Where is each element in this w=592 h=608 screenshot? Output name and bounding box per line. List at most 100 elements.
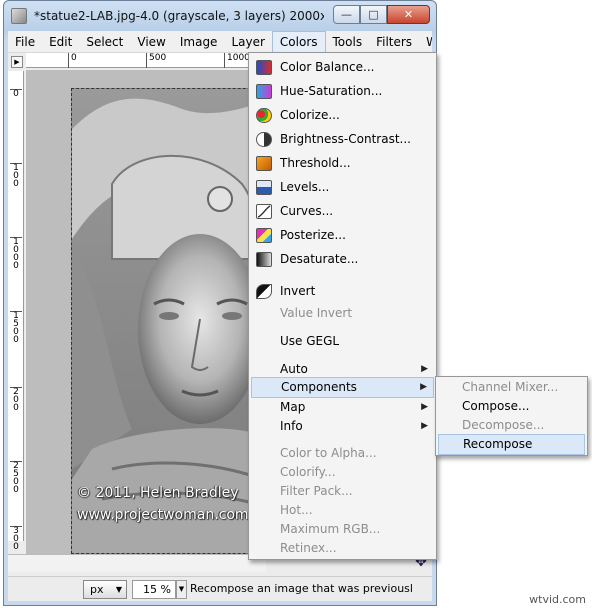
menu-item-label: Filter Pack... <box>280 484 353 498</box>
ruler-label: 1000 <box>224 53 250 68</box>
menu-item-label: Use GEGL <box>280 334 340 348</box>
posterize-icon <box>256 228 272 243</box>
menu-item-channel-mixer: Channel Mixer... <box>438 377 585 398</box>
menu-windows[interactable]: Windo <box>419 31 432 52</box>
menu-item-maximum-rgb: Maximum RGB... <box>251 519 434 540</box>
menu-item-retinex: Retinex... <box>251 538 434 559</box>
menu-image[interactable]: Image <box>173 31 225 52</box>
menu-item-decompose: Decompose... <box>438 415 585 436</box>
menu-item-label: Decompose... <box>462 418 545 432</box>
zoom-field[interactable]: 15 % <box>132 580 176 599</box>
title-bar[interactable]: *statue2-LAB.jpg-4.0 (grayscale, 3 layer… <box>4 1 436 31</box>
menu-file[interactable]: File <box>8 31 42 52</box>
menu-item-filter-pack: Filter Pack... <box>251 481 434 502</box>
zoom-dropdown-button[interactable]: ▼ <box>176 580 187 599</box>
menu-select[interactable]: Select <box>79 31 130 52</box>
menu-item-label: Components <box>281 380 357 394</box>
ruler-label: 0 <box>68 53 77 68</box>
window-title: *statue2-LAB.jpg-4.0 (grayscale, 3 layer… <box>34 9 324 23</box>
watermark-site: www.projectwoman.com <box>77 507 249 523</box>
menu-item-threshold[interactable]: Threshold... <box>251 153 434 174</box>
colorize-icon <box>256 108 272 123</box>
threshold-icon <box>256 156 272 171</box>
menubar: File Edit Select View Image Layer Colors… <box>8 31 432 53</box>
menu-item-label: Posterize... <box>280 228 346 242</box>
menu-item-invert[interactable]: Invert <box>251 281 434 302</box>
ruler-label: 2 5 0 0 <box>10 461 22 495</box>
menu-item-label: Brightness-Contrast... <box>280 132 411 146</box>
unit-select[interactable]: px ▼ <box>83 580 127 599</box>
ruler-label: 1 5 0 0 <box>10 311 22 345</box>
status-bar: px ▼ 15 % ▼ Recompose an image that was … <box>8 576 432 601</box>
hue-saturation-icon <box>256 84 272 99</box>
menu-item-label: Hot... <box>280 503 313 517</box>
menu-view[interactable]: View <box>130 31 172 52</box>
unit-value: px <box>90 583 104 596</box>
menu-item-label: Invert <box>280 284 316 298</box>
menu-item-label: Value Invert <box>280 306 353 320</box>
menu-item-curves[interactable]: Curves... <box>251 201 434 222</box>
close-button[interactable]: ✕ <box>387 5 430 24</box>
statue-photo: © 2011, Helen Bradley www.projectwoman.c… <box>71 88 266 554</box>
ruler-label: 2 0 0 <box>10 387 22 413</box>
brightness-contrast-icon <box>256 132 272 147</box>
watermark-copyright: © 2011, Helen Bradley <box>77 485 239 501</box>
curves-icon <box>256 204 272 219</box>
levels-icon <box>256 180 272 195</box>
invert-icon <box>256 284 272 299</box>
status-message: Recompose an image that was previousl... <box>190 582 412 595</box>
menu-item-levels[interactable]: Levels... <box>251 177 434 198</box>
menu-item-components[interactable]: Components ▶ <box>251 377 434 398</box>
menu-item-info[interactable]: Info ▶ <box>251 416 434 437</box>
submenu-arrow-icon: ▶ <box>420 382 427 392</box>
menu-item-colorize[interactable]: Colorize... <box>251 105 434 126</box>
canvas[interactable]: © 2011, Helen Bradley www.projectwoman.c… <box>26 70 266 569</box>
menu-item-label: Curves... <box>280 204 334 218</box>
menu-item-hue-saturation[interactable]: Hue-Saturation... <box>251 81 434 102</box>
submenu-arrow-icon: ▶ <box>421 421 428 431</box>
desaturate-icon <box>256 252 272 267</box>
minimize-button[interactable]: — <box>333 5 360 24</box>
vertical-ruler[interactable]: 0 1 0 0 1 0 0 0 1 5 0 0 2 0 0 2 5 0 0 3 … <box>8 71 24 552</box>
horizontal-scrollbar[interactable] <box>8 554 266 572</box>
menu-item-color-to-alpha: Color to Alpha... <box>251 443 434 464</box>
maximize-button[interactable]: □ <box>360 5 387 24</box>
menu-item-brightness-contrast[interactable]: Brightness-Contrast... <box>251 129 434 150</box>
menu-tools[interactable]: Tools <box>326 31 370 52</box>
quick-mask-menu-button[interactable]: ▶ <box>11 56 23 68</box>
ruler-label: 1 0 0 <box>10 163 22 189</box>
chevron-down-icon: ▼ <box>115 585 122 594</box>
menu-item-label: Color Balance... <box>280 60 375 74</box>
menu-item-label: Auto <box>280 362 308 376</box>
menu-item-map[interactable]: Map ▶ <box>251 397 434 418</box>
menu-item-color-balance[interactable]: Color Balance... <box>251 57 434 78</box>
menu-colors[interactable]: Colors <box>271 31 326 52</box>
menu-layer[interactable]: Layer <box>224 31 271 52</box>
menu-item-label: Desaturate... <box>280 252 359 266</box>
menu-item-colorify: Colorify... <box>251 462 434 483</box>
menu-item-recompose[interactable]: Recompose <box>438 434 585 455</box>
menu-item-label: Retinex... <box>280 541 337 555</box>
menu-item-label: Info <box>280 419 303 433</box>
menu-item-value-invert: Value Invert <box>251 303 434 324</box>
ruler-label: 500 <box>146 53 166 68</box>
menu-item-compose[interactable]: Compose... <box>438 396 585 417</box>
ruler-label: 1 0 0 0 <box>10 237 22 271</box>
menu-item-label: Recompose <box>463 437 533 451</box>
menu-edit[interactable]: Edit <box>42 31 79 52</box>
menu-item-desaturate[interactable]: Desaturate... <box>251 249 434 270</box>
menu-item-label: Colorize... <box>280 108 340 122</box>
ruler-label: 3 0 0 <box>10 526 22 552</box>
menu-item-hot: Hot... <box>251 500 434 521</box>
menu-filters[interactable]: Filters <box>369 31 419 52</box>
color-balance-icon <box>256 60 272 75</box>
menu-item-label: Colorify... <box>280 465 336 479</box>
gimp-app-icon <box>11 8 27 24</box>
horizontal-ruler[interactable]: 0 500 1000 <box>26 53 266 68</box>
colors-menu: Color Balance... Hue-Saturation... Color… <box>248 52 437 560</box>
components-submenu: Channel Mixer... Compose... Decompose...… <box>435 376 588 456</box>
menu-item-posterize[interactable]: Posterize... <box>251 225 434 246</box>
menu-item-label: Map <box>280 400 306 414</box>
menu-item-use-gegl[interactable]: Use GEGL <box>251 331 434 352</box>
menu-item-label: Hue-Saturation... <box>280 84 383 98</box>
